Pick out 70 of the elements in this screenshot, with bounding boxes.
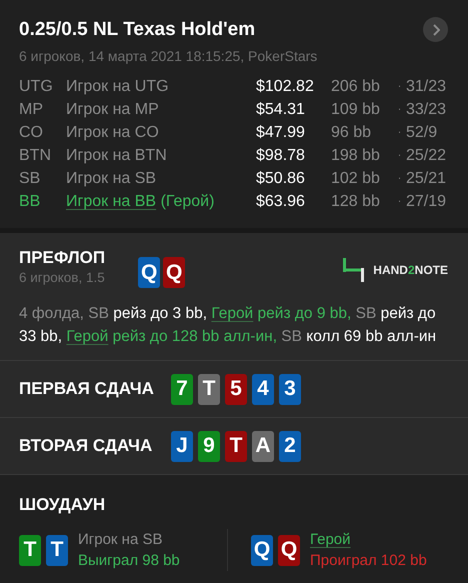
separator-dot: · (396, 126, 402, 140)
playing-card: 9 (198, 430, 220, 462)
playing-card: Q (163, 257, 186, 288)
playing-card: A (252, 430, 274, 462)
player-name: Игрок на UTG (66, 77, 170, 97)
showdown-title: ШОУДАУН (19, 495, 106, 515)
player-stats: 52/9 (406, 123, 438, 143)
street-title: ВТОРАЯ СДАЧА (19, 436, 154, 456)
player-stats: 27/19 (406, 192, 448, 212)
playing-card: T (46, 534, 68, 566)
playing-card: T (198, 374, 220, 404)
separator-dot: · (396, 80, 402, 94)
playing-card: J (171, 430, 193, 462)
separator-dot: · (396, 149, 402, 163)
playing-card: 4 (252, 374, 274, 404)
playing-card: Q (138, 257, 160, 288)
position-label: BB (19, 192, 42, 212)
action-summary: 4 фолда, SB рейз до 3 bb, Герой рейз до 9 bb, SB рейз до 33 bb, Герой рейз до 128 bb алл-ин, SB колл 69 bb алл-ин (19, 304, 438, 347)
logo-text: HAND2NOTE (373, 263, 448, 277)
street-title: ПРЕФЛОП (19, 248, 106, 268)
player-name[interactable]: Герой (310, 531, 351, 548)
stack-amount: $98.78 (256, 146, 306, 166)
stack-bb: 102 bb (331, 169, 381, 189)
position-label: BTN (19, 146, 52, 166)
stack-bb: 109 bb (331, 100, 381, 120)
next-button[interactable] (423, 17, 448, 42)
position-label: UTG (19, 77, 54, 97)
player-stats: 25/21 (406, 169, 448, 189)
logo-icon (343, 258, 366, 282)
playing-card: 5 (225, 374, 247, 404)
player-name: Игрок на MP (66, 100, 160, 120)
hero-link[interactable]: Герой (66, 328, 108, 345)
stack-amount: $54.31 (256, 100, 306, 120)
stack-amount: $50.86 (256, 169, 306, 189)
result-text: Выиграл 98 bb (78, 552, 180, 569)
player-name: Игрок на SB (78, 531, 162, 548)
separator-dot: · (396, 195, 402, 209)
separator-dot: · (396, 172, 402, 186)
playing-card: T (225, 430, 247, 462)
stack-bb: 128 bb (331, 192, 381, 212)
hero-link[interactable]: Герой (211, 305, 254, 322)
stack-bb: 198 bb (331, 146, 381, 166)
stack-amount: $102.82 (256, 77, 315, 97)
player-stats: 31/23 (406, 77, 448, 97)
street-title: ПЕРВАЯ СДАЧА (19, 379, 155, 399)
stack-bb: 206 bb (331, 77, 381, 97)
position-label: CO (19, 123, 44, 143)
separator-dot: · (396, 103, 402, 117)
stack-bb: 96 bb (331, 123, 372, 143)
stack-amount: $47.99 (256, 123, 306, 143)
player-name[interactable]: Игрок на BB (Герой) (66, 191, 256, 212)
playing-card: 2 (279, 430, 301, 462)
player-name: Игрок на CO (66, 123, 160, 143)
result-text: Проиграл 102 bb (310, 552, 427, 569)
player-stats: 33/23 (406, 100, 448, 120)
hand-subtitle: 6 игроков, 14 марта 2021 18:15:25, PokerStars (19, 48, 318, 64)
playing-card: Q (278, 534, 300, 566)
player-name: Игрок на SB (66, 169, 158, 189)
player-stats: 25/22 (406, 146, 448, 166)
chevron-right-icon (432, 24, 440, 36)
player-name: Игрок на BTN (66, 146, 168, 166)
playing-card: 7 (171, 374, 193, 404)
playing-card: Q (251, 534, 273, 566)
hand-title: 0.25/0.5 NL Texas Hold'em (19, 18, 256, 40)
playing-card: 3 (279, 374, 301, 404)
stack-amount: $63.96 (256, 192, 306, 212)
playing-card: T (19, 534, 41, 566)
street-subtitle: 6 игроков, 1.5 (19, 270, 106, 285)
position-label: MP (19, 100, 44, 120)
position-label: SB (19, 169, 42, 189)
